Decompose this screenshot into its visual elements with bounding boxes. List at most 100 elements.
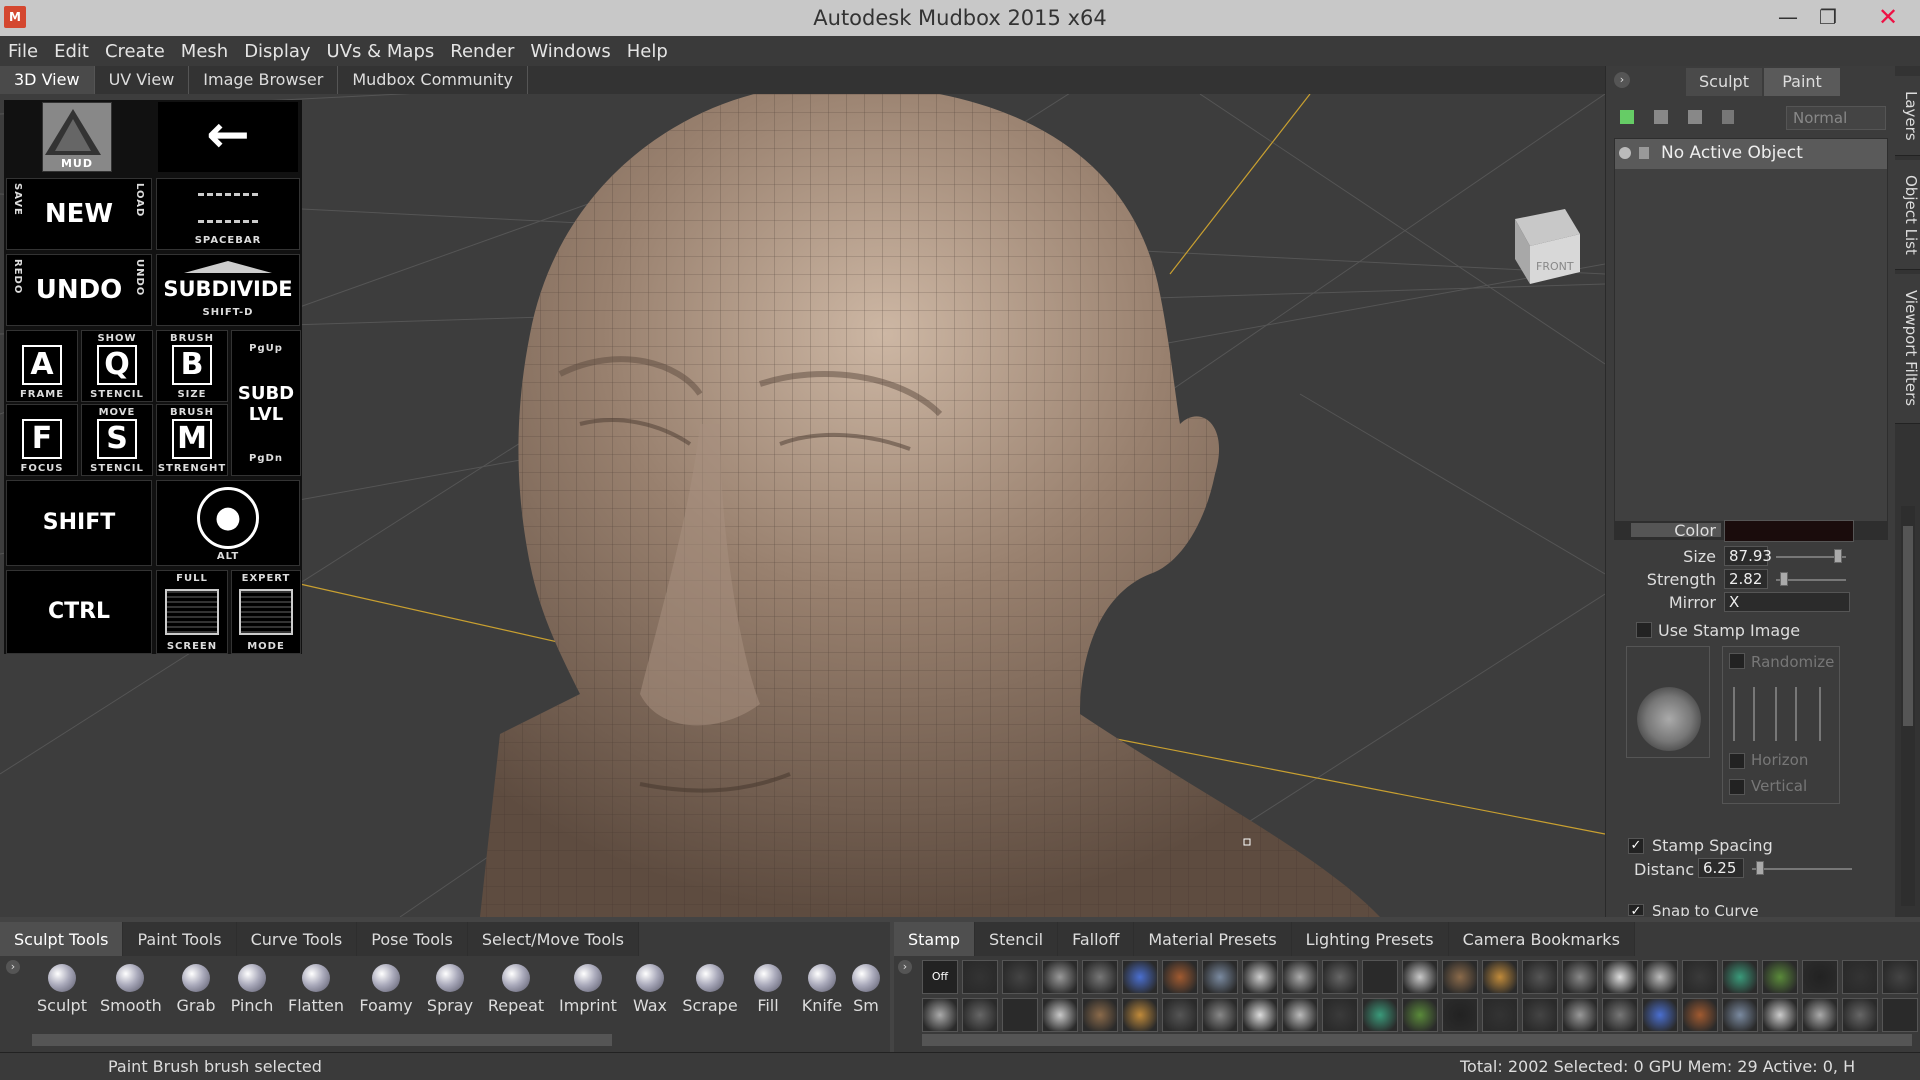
stamp-thumbnail[interactable] — [922, 998, 958, 1032]
mirror-select[interactable]: X — [1724, 592, 1850, 612]
tool-scrape[interactable]: Scrape — [680, 962, 740, 1015]
tab-object-list[interactable]: Object List — [1895, 160, 1920, 270]
tool-fill[interactable]: Fill — [738, 962, 798, 1015]
menu-render[interactable]: Render — [450, 41, 514, 62]
back-arrow-key[interactable]: ← — [158, 102, 298, 172]
stamp-thumbnail[interactable] — [1042, 960, 1078, 994]
panel-scrollbar-thumb[interactable] — [1903, 526, 1913, 726]
show-stencil-key[interactable]: SHOW Q STENCIL — [81, 330, 153, 402]
preset-tray-collapse-icon[interactable]: › — [898, 960, 912, 974]
horizon-checkbox[interactable] — [1729, 753, 1745, 769]
distance-field[interactable]: 6.25 — [1698, 858, 1744, 878]
stamp-thumbnail[interactable] — [1442, 998, 1478, 1032]
spacebar-key[interactable]: SPACEBAR — [156, 178, 300, 250]
mud-logo-key[interactable]: MUD — [42, 102, 112, 172]
random-scale-slider[interactable] — [1795, 687, 1797, 741]
tab-sculpt[interactable]: Sculpt — [1686, 68, 1762, 96]
head-mesh[interactable] — [480, 94, 1380, 917]
stamp-thumbnail[interactable] — [1802, 960, 1838, 994]
stamp-thumbnail[interactable] — [1122, 960, 1158, 994]
tray-collapse-icon[interactable]: › — [6, 960, 20, 974]
tool-grab[interactable]: Grab — [166, 962, 226, 1015]
stamp-thumbnail[interactable] — [1202, 960, 1238, 994]
stamp-thumbnail[interactable] — [1242, 998, 1278, 1032]
undo-key[interactable]: REDO UNDO UNDO — [6, 254, 152, 326]
size-slider-knob[interactable] — [1834, 549, 1842, 563]
stamp-thumbnail[interactable] — [1202, 998, 1238, 1032]
menu-display[interactable]: Display — [244, 41, 310, 62]
stamp-thumbnail[interactable] — [1762, 998, 1798, 1032]
stamp-thumbnail[interactable] — [1322, 998, 1358, 1032]
stamp-thumbnail[interactable] — [1122, 998, 1158, 1032]
stamp-thumbnail[interactable] — [962, 998, 998, 1032]
random-flip-v-slider[interactable] — [1775, 687, 1777, 741]
tool-tray-scrollbar[interactable] — [32, 1034, 612, 1046]
vertical-checkbox[interactable] — [1729, 779, 1745, 795]
stamp-thumbnail[interactable] — [1522, 998, 1558, 1032]
subdivide-key[interactable]: SUBDIVIDE SHIFT-D — [156, 254, 300, 326]
ctrl-key[interactable]: CTRL — [6, 570, 152, 654]
stamp-thumbnail[interactable] — [1562, 960, 1598, 994]
stamp-thumbnail[interactable] — [1682, 998, 1718, 1032]
stamp-thumbnail[interactable] — [1002, 998, 1038, 1032]
snap-to-curve-checkbox[interactable]: ✓ — [1628, 904, 1644, 916]
distance-slider-knob[interactable] — [1756, 861, 1764, 875]
tool-imprint[interactable]: Imprint — [558, 962, 618, 1015]
stamp-thumbnail[interactable] — [1402, 998, 1438, 1032]
brush-strength-key[interactable]: BRUSH M STRENGHT — [156, 404, 228, 476]
menu-create[interactable]: Create — [105, 41, 165, 62]
panel-collapse-icon[interactable]: › — [1614, 72, 1630, 88]
tab-falloff[interactable]: Falloff — [1058, 922, 1135, 956]
random-flip-h-slider[interactable] — [1753, 687, 1755, 741]
stamp-thumbnail[interactable] — [1082, 960, 1118, 994]
menu-uvs-maps[interactable]: UVs & Maps — [327, 41, 435, 62]
tab-stencil[interactable]: Stencil — [974, 922, 1059, 956]
stamp-thumbnail[interactable] — [1442, 960, 1478, 994]
visibility-eye-icon[interactable] — [1619, 147, 1631, 159]
tab-3d-view[interactable]: 3D View — [0, 66, 95, 94]
stamp-thumbnail[interactable] — [1162, 998, 1198, 1032]
stamp-thumbnail[interactable] — [1162, 960, 1198, 994]
panel-scrollbar[interactable] — [1901, 506, 1915, 906]
stamp-thumbnail[interactable] — [1282, 960, 1318, 994]
shift-key[interactable]: SHIFT — [6, 480, 152, 566]
tab-pose-tools[interactable]: Pose Tools — [357, 922, 468, 956]
use-stamp-checkbox[interactable] — [1636, 622, 1652, 638]
stamp-thumbnail[interactable] — [1722, 998, 1758, 1032]
stamp-thumbnail[interactable] — [1682, 960, 1718, 994]
stamp-thumbnail[interactable] — [1362, 960, 1398, 994]
random-strength-slider[interactable] — [1819, 687, 1821, 741]
randomize-checkbox[interactable] — [1729, 653, 1745, 669]
tab-paint-tools[interactable]: Paint Tools — [123, 922, 237, 956]
stamp-thumbnail[interactable] — [1482, 960, 1518, 994]
stamp-thumbnail[interactable] — [1482, 998, 1518, 1032]
move-stencil-key[interactable]: MOVE S STENCIL — [81, 404, 153, 476]
stamp-thumbnail[interactable] — [1282, 998, 1318, 1032]
stamp-thumbnail[interactable] — [1602, 998, 1638, 1032]
menu-help[interactable]: Help — [627, 41, 668, 62]
menu-file[interactable]: File — [8, 41, 38, 62]
stamp-thumbnail[interactable] — [1802, 998, 1838, 1032]
tab-mudbox-community[interactable]: Mudbox Community — [338, 66, 529, 94]
stamp-thumbnail[interactable] — [1402, 960, 1438, 994]
tab-image-browser[interactable]: Image Browser — [189, 66, 339, 94]
stamp-thumbnail[interactable] — [1002, 960, 1038, 994]
subd-level-key[interactable]: PgUp SUBD LVL PgDn — [231, 330, 301, 476]
menu-mesh[interactable]: Mesh — [181, 41, 228, 62]
brush-size-key[interactable]: BRUSH B SIZE — [156, 330, 228, 402]
new-layer-icon[interactable] — [1620, 110, 1634, 124]
strength-field[interactable]: 2.82 — [1724, 569, 1768, 589]
tool-wax[interactable]: Wax — [620, 962, 680, 1015]
stamp-off[interactable]: Off — [922, 960, 958, 994]
tab-layers[interactable]: Layers — [1895, 76, 1920, 156]
focus-key[interactable]: F FOCUS — [6, 404, 78, 476]
tab-stamp[interactable]: Stamp — [894, 922, 975, 956]
stamp-thumbnail[interactable] — [1882, 998, 1918, 1032]
stamp-thumbnail[interactable] — [1562, 998, 1598, 1032]
tab-viewport-filters[interactable]: Viewport Filters — [1895, 274, 1920, 424]
tool-smear[interactable]: Sm — [846, 962, 886, 1015]
stamp-thumbnail[interactable] — [1722, 960, 1758, 994]
stamp-thumbnail[interactable] — [1362, 998, 1398, 1032]
stamp-thumbnail[interactable] — [962, 960, 998, 994]
view-cube[interactable]: FRONT — [1515, 209, 1580, 284]
